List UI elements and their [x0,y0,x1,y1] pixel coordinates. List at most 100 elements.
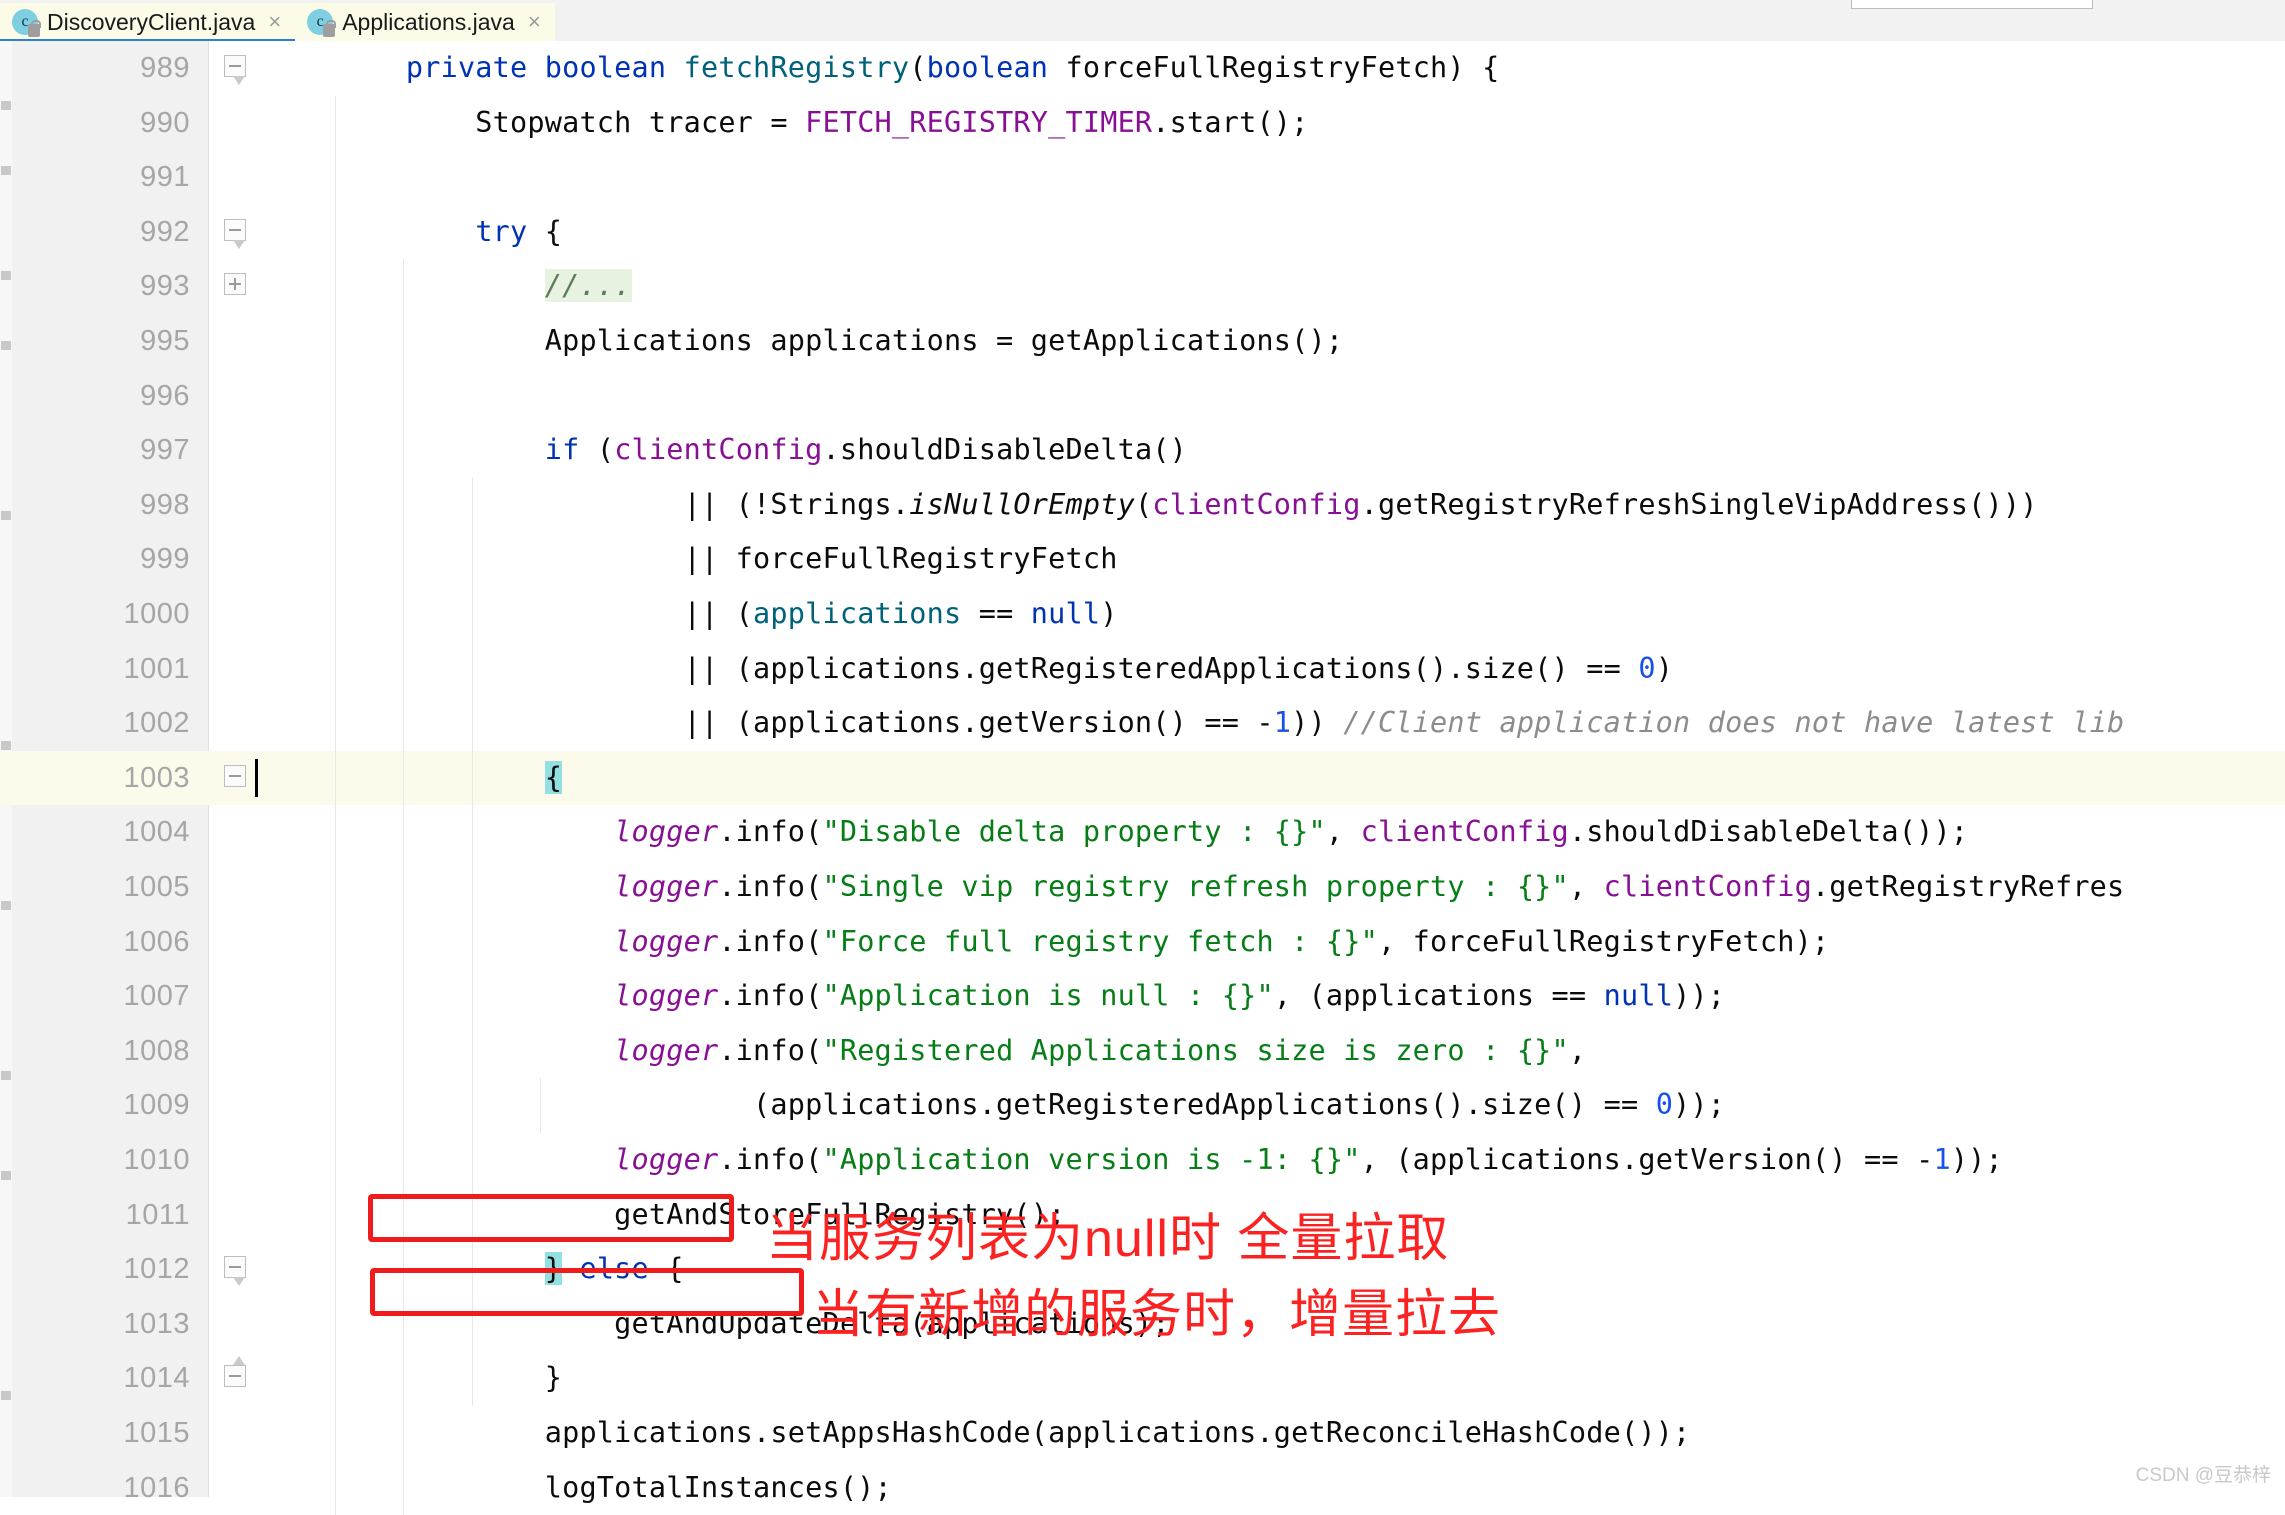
java-class-icon: c [12,9,41,37]
token: forceFullRegistryFetch) { [1048,51,1500,84]
token: null [1030,597,1101,630]
line-number: 995 [140,325,190,357]
tab-label: Applications.java [342,8,515,35]
token: ( [909,51,927,84]
annotation-text-full-fetch: 当服务列表为null时 全量拉取 [766,1210,1450,1268]
line-code: logger.info("Force full registry fetch :… [267,915,1829,970]
code-line-1003[interactable]: 1003 { [0,750,2285,806]
line-code: if (clientConfig.shouldDisableDelta() [267,423,1187,478]
token: clientConfig [1360,815,1569,849]
csdn-watermark: CSDN @豆恭梓 [2135,1465,2271,1486]
token: .getRegistryRefreshSingleVipAddress())) [1360,487,2038,521]
tab-discoveryclient-java[interactable]: c DiscoveryClient.java × [0,3,296,44]
token: boolean [926,51,1049,84]
token: .start(); [1152,105,1309,139]
code-line-990[interactable]: 990 Stopwatch tracer = FETCH_REGISTRY_TI… [0,95,2285,151]
line-number: 1016 [123,1471,190,1504]
line-code: Stopwatch tracer = FETCH_REGISTRY_TIMER.… [267,96,1309,151]
fold-collapse-icon[interactable] [224,764,250,791]
tab-applications-java[interactable]: c Applications.java × [295,3,555,41]
code-line-996[interactable]: 996 [0,368,2285,424]
code-line-1014[interactable]: 1014 } [0,1351,2285,1406]
line-number: 990 [140,106,190,139]
code-line-997[interactable]: 997 if (clientConfig.shouldDisableDelta(… [0,423,2285,478]
code-line-1007[interactable]: 1007 logger.info("Application is null : … [0,969,2285,1024]
code-line-993[interactable]: 993 //... [0,259,2285,314]
line-number: 991 [140,161,190,194]
token: )) [1291,706,1344,740]
token: 1 [1933,1143,1951,1176]
line-code: Applications applications = getApplicati… [267,314,1343,369]
token: || ( [267,597,754,630]
code-line-1016[interactable]: 1016 logTotalInstances(); [0,1460,2285,1515]
code-line-1008[interactable]: 1008 logger.info("Registered Application… [0,1023,2285,1079]
code-line-991[interactable]: 991 [0,150,2285,205]
token: logTotalInstances(); [267,1470,892,1504]
fold-collapse-icon[interactable] [224,218,250,249]
token: logger [614,979,719,1013]
code-line-1001[interactable]: 1001 || (applications.getRegisteredAppli… [0,641,2285,697]
fold-collapse-icon[interactable] [224,55,250,85]
code-line-998[interactable]: 998 || (!Strings.isNullOrEmpty(clientCon… [0,477,2285,533]
token: Stopwatch tracer = [267,105,806,139]
line-code: || (applications.getRegisteredApplicatio… [267,642,1673,697]
code-line-1009[interactable]: 1009 (applications.getRegisteredApplicat… [0,1078,2285,1133]
line-number: 1013 [123,1307,190,1340]
line-code: || (applications.getVersion() == -1)) //… [267,696,2125,751]
token: "Disable delta property : {}" [822,815,1326,849]
code-line-995[interactable]: 995 Applications applications = getAppli… [0,314,2285,369]
fold-expand-icon[interactable] [224,273,250,299]
java-class-icon: c [307,9,337,37]
token: } [267,1361,563,1395]
indent-guide [334,368,336,424]
token: "Application is null : {}" [822,979,1274,1013]
token: FETCH_REGISTRY_TIMER [805,105,1153,139]
fold-collapse-icon[interactable] [224,1256,250,1287]
line-number: 1001 [123,652,190,685]
code-line-1002[interactable]: 1002 || (applications.getVersion() == -1… [0,696,2285,751]
token: || (!Strings. [267,487,910,521]
search-field-sliver[interactable] [1851,0,2093,9]
token: .info( [718,1033,823,1067]
line-code: || forceFullRegistryFetch [267,532,1118,587]
code-line-989[interactable]: 989 private boolean fetchRegistry(boolea… [0,41,2285,96]
line-number: 1015 [123,1417,190,1449]
close-icon[interactable]: × [528,11,541,33]
code-line-1004[interactable]: 1004 logger.info("Disable delta property… [0,805,2285,860]
close-icon[interactable]: × [268,11,281,33]
line-number: 1014 [123,1362,190,1395]
code-line-999[interactable]: 999 || forceFullRegistryFetch [0,532,2285,587]
line-number: 1005 [123,871,190,903]
code-line-1005[interactable]: 1005 logger.info("Single vip registry re… [0,860,2285,915]
code-line-1000[interactable]: 1000 || (applications == null) [0,587,2285,642]
token: , [1325,815,1361,849]
token: 1 [1273,706,1292,740]
line-code: logger.info("Application is null : {}", … [267,969,1725,1024]
token: .getRegistryRefres [1811,870,2125,903]
line-number: 1003 [123,761,190,794]
token: if [544,433,580,467]
token: , (applications.getVersion() == - [1360,1143,1934,1176]
token: .info( [718,1143,823,1176]
line-code: try { [267,205,562,260]
code-line-1015[interactable]: 1015 applications.setAppsHashCode(applic… [0,1406,2285,1461]
line-number: 1010 [123,1144,190,1176]
token: clientConfig [1152,487,1361,521]
token: boolean [544,51,667,84]
line-number: 1009 [123,1089,190,1122]
token: null [1603,979,1674,1013]
line-number: 992 [140,215,190,248]
token: isNullOrEmpty [909,487,1135,521]
line-number: 1007 [123,980,190,1013]
token: .info( [718,815,823,849]
code-line-1006[interactable]: 1006 logger.info("Force full registry fe… [0,914,2285,970]
fold-collapse-icon[interactable] [224,1356,250,1391]
code-line-1010[interactable]: 1010 logger.info("Application version is… [0,1133,2285,1188]
token: 0 [1655,1088,1674,1122]
token: .info( [718,979,823,1013]
token: )); [1950,1143,2003,1176]
code-line-992[interactable]: 992 try { [0,204,2285,260]
